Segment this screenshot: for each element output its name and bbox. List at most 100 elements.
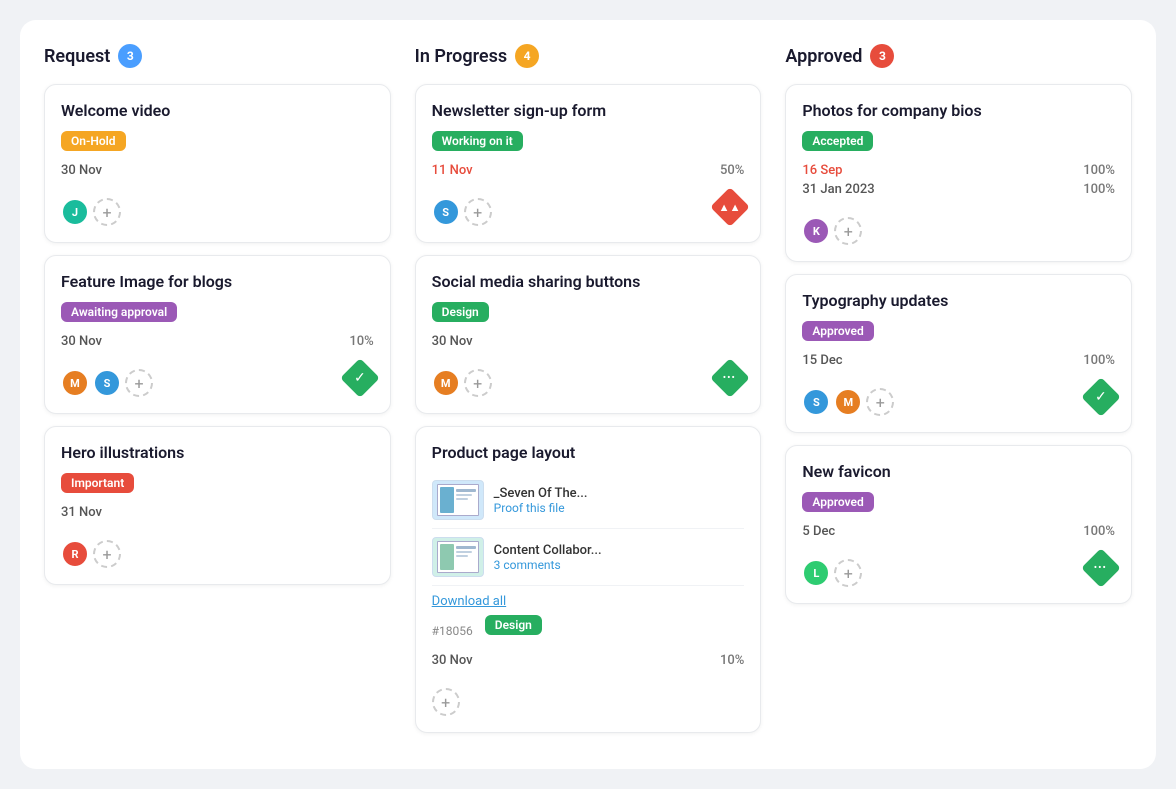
card-tag: Approved: [802, 321, 873, 341]
card-title: New favicon: [802, 462, 1115, 481]
card-date: 31 Nov: [61, 505, 102, 520]
card-percent2: 100%: [1083, 182, 1115, 197]
card-meta: 16 Sep 100%: [802, 163, 1115, 178]
column-approved: Approved 3 Photos for company bios Accept…: [785, 44, 1132, 745]
card: Welcome video On-Hold 30 Nov J+: [44, 84, 391, 243]
add-avatar-button[interactable]: +: [866, 388, 894, 416]
card-tag: On-Hold: [61, 131, 126, 151]
priority-icon: ▲▲: [711, 187, 751, 227]
card-percent: 50%: [720, 163, 744, 178]
add-avatar-button[interactable]: +: [834, 559, 862, 587]
card-bottom: +: [432, 678, 745, 716]
avatar-group: S+: [432, 198, 492, 226]
card-icon: ✓: [346, 364, 374, 392]
column-badge: 3: [870, 44, 894, 68]
card: Social media sharing buttons Design 30 No…: [415, 255, 762, 414]
card-title: Welcome video: [61, 101, 374, 120]
add-avatar-button[interactable]: +: [93, 198, 121, 226]
card-date2: 31 Jan 2023: [802, 182, 874, 197]
card-tag: Approved: [802, 492, 873, 512]
avatar: M: [61, 369, 89, 397]
card-tag: Accepted: [802, 131, 873, 151]
card: Product page layout _Seven Of The... Pro…: [415, 426, 762, 733]
card: New favicon Approved 5 Dec 100% L+ •••: [785, 445, 1132, 604]
card-date: 5 Dec: [802, 524, 835, 539]
file-action[interactable]: 3 comments: [494, 558, 602, 572]
card-bottom: J+: [61, 188, 374, 226]
column-header: Request 3: [44, 44, 391, 68]
add-avatar-button[interactable]: +: [125, 369, 153, 397]
avatar: S: [802, 388, 830, 416]
add-avatar-button[interactable]: +: [93, 540, 121, 568]
avatar: L: [802, 559, 830, 587]
card-date: 11 Nov: [432, 163, 473, 178]
card-percent: 100%: [1083, 353, 1115, 368]
column-title: In Progress: [415, 46, 507, 67]
card-date: 30 Nov: [61, 334, 102, 349]
card-meta: 11 Nov 50%: [432, 163, 745, 178]
card-icon: •••: [716, 364, 744, 392]
card-bottom: S+ ▲▲: [432, 188, 745, 226]
card-title: Photos for company bios: [802, 101, 1115, 120]
card: Photos for company bios Accepted 16 Sep 1…: [785, 84, 1132, 262]
card-percent: 10%: [349, 334, 373, 349]
avatar: R: [61, 540, 89, 568]
card-meta: 30 Nov: [432, 334, 745, 349]
card: Feature Image for blogsAwaiting approval…: [44, 255, 391, 414]
avatar: J: [61, 198, 89, 226]
card-date: 30 Nov: [432, 334, 473, 349]
card-tag: Working on it: [432, 131, 523, 151]
file-thumbnail: [432, 537, 484, 577]
avatar-group: SM+: [802, 388, 894, 416]
card-tag: Design: [432, 302, 489, 322]
avatar: S: [93, 369, 121, 397]
card-date: 16 Sep: [802, 163, 842, 178]
column-badge: 3: [118, 44, 142, 68]
avatar-group: K+: [802, 217, 862, 245]
card-tag: Important: [61, 473, 134, 493]
card-meta: 30 Nov: [61, 163, 374, 178]
card-bottom: L+ •••: [802, 549, 1115, 587]
avatar: S: [432, 198, 460, 226]
file-info: Content Collabor... 3 comments: [494, 543, 602, 572]
card-title: Product page layout: [432, 443, 745, 462]
add-avatar-button[interactable]: +: [464, 369, 492, 397]
card-bottom: SM+ ✓: [802, 378, 1115, 416]
avatar-group: M+: [432, 369, 492, 397]
card: Hero illustrationsImportant 31 Nov R+: [44, 426, 391, 585]
dots-icon: •••: [711, 358, 751, 398]
download-all-link[interactable]: Download all: [432, 594, 507, 609]
card-percent: 100%: [1083, 163, 1115, 178]
column-badge: 4: [515, 44, 539, 68]
card-meta: 15 Dec 100%: [802, 353, 1115, 368]
card: Newsletter sign-up formWorking on it 11 …: [415, 84, 762, 243]
card-meta: 31 Nov: [61, 505, 374, 520]
card-meta: 30 Nov 10%: [432, 653, 745, 668]
card: Typography updatesApproved 15 Dec 100% S…: [785, 274, 1132, 433]
add-avatar-button[interactable]: +: [432, 688, 460, 716]
column-in-progress: In Progress 4 Newsletter sign-up formWor…: [415, 44, 762, 745]
add-avatar-button[interactable]: +: [464, 198, 492, 226]
card-percent: 10%: [720, 653, 744, 668]
file-action[interactable]: Proof this file: [494, 501, 588, 515]
chevron-down-icon: ✓: [340, 358, 380, 398]
card-date2-row: 31 Jan 2023 100%: [802, 182, 1115, 197]
column-title: Approved: [785, 46, 862, 67]
avatar: K: [802, 217, 830, 245]
card-id-tag: Design: [485, 615, 542, 635]
column-title: Request: [44, 46, 110, 67]
card-bottom: R+: [61, 530, 374, 568]
card-bottom: K+: [802, 207, 1115, 245]
card-bottom: M+ •••: [432, 359, 745, 397]
card-icon: ✓: [1087, 383, 1115, 411]
file-info: _Seven Of The... Proof this file: [494, 486, 588, 515]
card-percent: 100%: [1083, 524, 1115, 539]
file-name: _Seven Of The...: [494, 486, 588, 501]
column-header: Approved 3: [785, 44, 1132, 68]
avatar-group: R+: [61, 540, 121, 568]
avatar-group: J+: [61, 198, 121, 226]
card-title: Social media sharing buttons: [432, 272, 745, 291]
add-avatar-button[interactable]: +: [834, 217, 862, 245]
file-item: Content Collabor... 3 comments: [432, 529, 745, 586]
column-request: Request 3 Welcome videoOn-Hold 30 Nov J+…: [44, 44, 391, 745]
